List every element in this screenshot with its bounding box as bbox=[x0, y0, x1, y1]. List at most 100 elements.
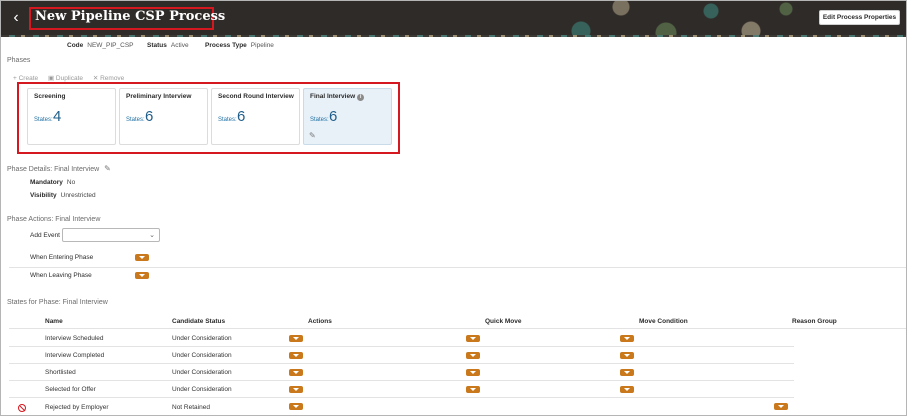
when-entering-phase-dropdown[interactable] bbox=[135, 254, 149, 261]
states-label: States: bbox=[34, 117, 53, 123]
actions-dropdown[interactable] bbox=[289, 369, 303, 376]
column-header-quick-move: Quick Move bbox=[485, 318, 522, 325]
visibility-field: Visibility Unrestricted bbox=[30, 192, 96, 199]
state-name: Interview Completed bbox=[45, 352, 105, 359]
candidate-status: Under Consideration bbox=[172, 352, 232, 359]
row-divider bbox=[9, 346, 794, 347]
status-value: Active bbox=[170, 42, 189, 49]
actions-dropdown[interactable] bbox=[289, 386, 303, 393]
remove-label: Remove bbox=[100, 75, 125, 82]
state-name: Selected for Offer bbox=[45, 386, 96, 393]
when-entering-phase-label: When Entering Phase bbox=[30, 254, 94, 261]
process-type-field: Process Type Pipeline bbox=[205, 42, 274, 49]
move-condition-dropdown[interactable] bbox=[620, 352, 634, 359]
back-chevron-icon[interactable]: ‹ bbox=[9, 9, 23, 27]
candidate-status: Under Consideration bbox=[172, 386, 232, 393]
move-condition-dropdown[interactable] bbox=[620, 335, 634, 342]
phase-card-screening[interactable]: Screening States: 4 bbox=[27, 88, 116, 145]
edit-process-properties-button[interactable]: Edit Process Properties bbox=[819, 10, 900, 25]
column-header-reason-group: Reason Group bbox=[792, 318, 837, 325]
visibility-value: Unrestricted bbox=[60, 192, 96, 199]
header-decoration-edge bbox=[1, 35, 906, 37]
phase-name: Final Interview bbox=[310, 93, 356, 100]
actions-dropdown[interactable] bbox=[289, 352, 303, 359]
phase-card-second-round-interview[interactable]: Second Round Interview States: 6 bbox=[211, 88, 300, 145]
duplicate-label: Duplicate bbox=[55, 75, 84, 82]
row-divider bbox=[9, 363, 794, 364]
visibility-label: Visibility bbox=[30, 192, 57, 199]
code-label: Code bbox=[67, 42, 84, 49]
phase-card-final-interview[interactable]: Final Interview i States: 6 ✎ bbox=[303, 88, 392, 145]
move-condition-dropdown[interactable] bbox=[620, 386, 634, 393]
phase-details-title: Phase Details: Final Interview bbox=[7, 166, 100, 173]
when-leaving-phase-dropdown[interactable] bbox=[135, 272, 149, 279]
add-event-select[interactable]: ⌄ bbox=[62, 228, 160, 242]
pencil-icon[interactable]: ✎ bbox=[104, 164, 111, 173]
reason-group-dropdown[interactable] bbox=[774, 403, 788, 410]
states-heading: States for Phase: Final Interview bbox=[7, 299, 108, 306]
quick-move-dropdown[interactable] bbox=[466, 352, 480, 359]
plus-icon: + bbox=[13, 75, 17, 82]
phase-card-preliminary-interview[interactable]: Preliminary Interview States: 6 bbox=[119, 88, 208, 145]
phase-name: Second Round Interview bbox=[218, 93, 294, 100]
close-icon: ✕ bbox=[92, 75, 99, 82]
states-label: States: bbox=[218, 117, 237, 123]
table-header-divider bbox=[9, 328, 906, 329]
copy-icon: ▣ bbox=[47, 75, 55, 82]
phase-details-heading: Phase Details: Final Interview ✎ bbox=[7, 164, 111, 173]
process-type-label: Process Type bbox=[205, 42, 247, 49]
chevron-down-icon: ⌄ bbox=[149, 232, 155, 239]
states-count: 6 bbox=[237, 108, 246, 125]
process-type-value: Pipeline bbox=[250, 42, 274, 49]
candidate-status: Under Consideration bbox=[172, 335, 232, 342]
page-title: New Pipeline CSP Process bbox=[35, 9, 226, 24]
create-label: Create bbox=[18, 75, 39, 82]
candidate-status: Under Consideration bbox=[172, 369, 232, 376]
quick-move-dropdown[interactable] bbox=[466, 386, 480, 393]
status-field: Status Active bbox=[147, 42, 189, 49]
status-label: Status bbox=[147, 42, 167, 49]
row-divider bbox=[9, 397, 794, 398]
phase-name: Preliminary Interview bbox=[126, 93, 192, 100]
duplicate-button[interactable]: ▣ Duplicate bbox=[48, 75, 83, 82]
code-field: Code NEW_PIP_CSP bbox=[67, 42, 134, 49]
quick-move-dropdown[interactable] bbox=[466, 335, 480, 342]
states-count: 4 bbox=[53, 108, 62, 125]
column-header-move-condition: Move Condition bbox=[639, 318, 688, 325]
mandatory-field: Mandatory No bbox=[30, 179, 75, 186]
remove-button[interactable]: ✕ Remove bbox=[93, 75, 124, 82]
phase-name: Screening bbox=[34, 93, 66, 100]
candidate-status: Not Retained bbox=[172, 404, 210, 411]
row-divider bbox=[9, 380, 794, 381]
states-count: 6 bbox=[329, 108, 338, 125]
actions-dropdown[interactable] bbox=[289, 403, 303, 410]
column-header-candidate-status: Candidate Status bbox=[172, 318, 226, 325]
add-event-label: Add Event bbox=[30, 232, 60, 239]
column-header-name: Name bbox=[45, 318, 63, 325]
column-header-actions: Actions bbox=[308, 318, 332, 325]
phase-name-with-info: Final Interview i bbox=[310, 93, 365, 101]
states-label: States: bbox=[126, 117, 145, 123]
quick-move-dropdown[interactable] bbox=[466, 369, 480, 376]
states-count: 6 bbox=[145, 108, 154, 125]
phases-heading: Phases bbox=[7, 57, 31, 64]
mandatory-value: No bbox=[66, 179, 76, 186]
when-leaving-phase-label: When Leaving Phase bbox=[30, 272, 92, 279]
divider bbox=[9, 267, 906, 268]
code-value: NEW_PIP_CSP bbox=[87, 42, 134, 49]
info-icon[interactable]: i bbox=[357, 94, 365, 101]
ban-icon bbox=[18, 404, 26, 412]
page-frame: ‹ New Pipeline CSP Process Edit Process … bbox=[0, 0, 907, 416]
actions-dropdown[interactable] bbox=[289, 335, 303, 342]
mandatory-label: Mandatory bbox=[30, 179, 63, 186]
move-condition-dropdown[interactable] bbox=[620, 369, 634, 376]
state-name: Rejected by Employer bbox=[45, 404, 109, 411]
state-name: Interview Scheduled bbox=[45, 335, 104, 342]
phase-actions-heading: Phase Actions: Final Interview bbox=[7, 216, 101, 223]
phases-toolbar: + Create ▣ Duplicate ✕ Remove bbox=[13, 74, 132, 82]
states-label: States: bbox=[310, 117, 329, 123]
create-button[interactable]: + Create bbox=[13, 75, 38, 82]
pencil-icon[interactable]: ✎ bbox=[309, 131, 316, 140]
state-name: Shortlisted bbox=[45, 369, 76, 376]
header-bar: ‹ New Pipeline CSP Process Edit Process … bbox=[1, 1, 906, 37]
